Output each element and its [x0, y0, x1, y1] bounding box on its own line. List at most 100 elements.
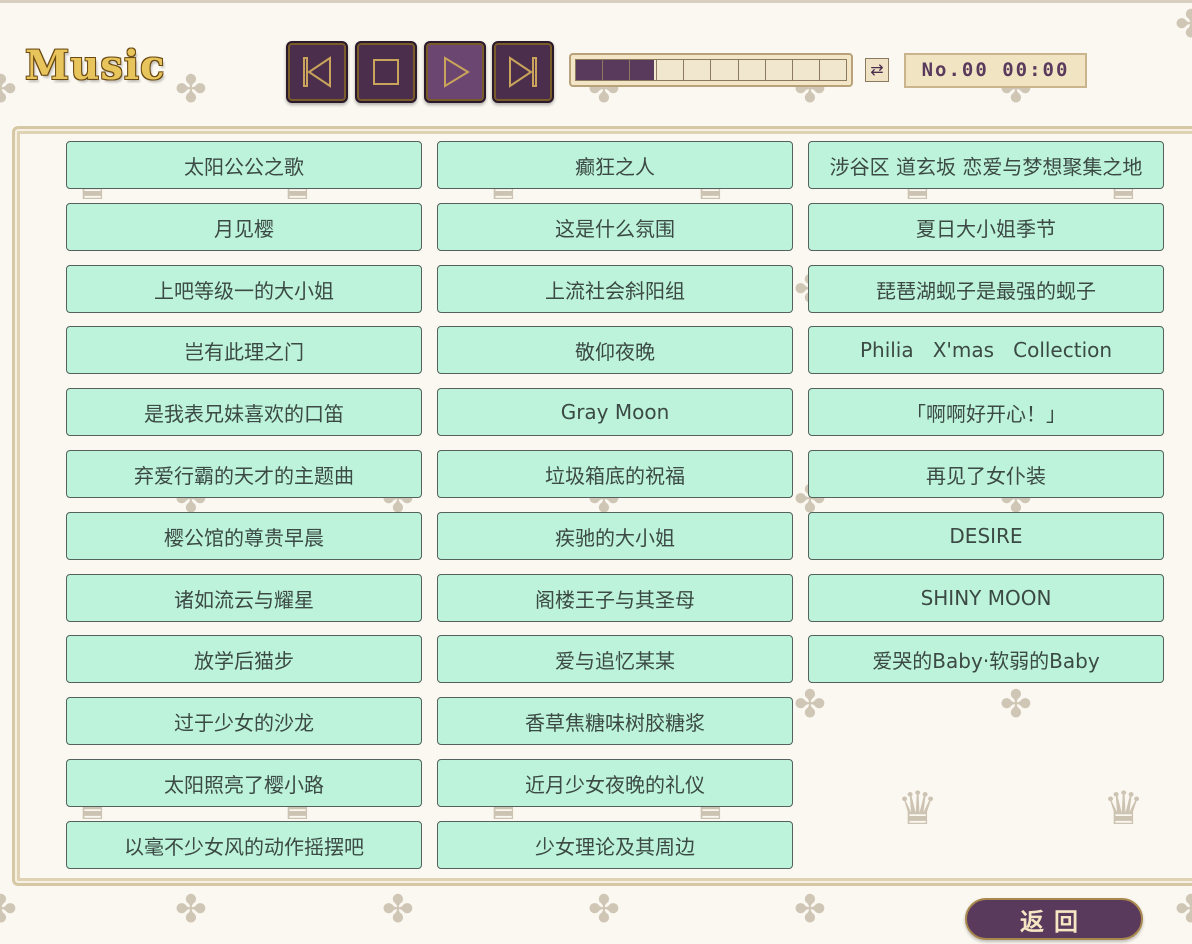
song-title: 夏日大小姐季节	[916, 216, 1056, 241]
progress-segment	[576, 60, 604, 80]
previous-button[interactable]	[286, 41, 348, 103]
song-title: 上吧等级一的大小姐	[154, 278, 334, 303]
clover-decoration: ✤	[0, 67, 17, 111]
song-button[interactable]: 近月少女夜晚的礼仪	[437, 759, 793, 807]
track-number-time: No.00 00:00	[904, 53, 1087, 88]
song-title: SHINY MOON	[920, 586, 1052, 610]
clover-decoration: ✤	[175, 887, 207, 931]
song-button[interactable]: 少女理论及其周边	[437, 821, 793, 869]
song-title: 再见了女仆装	[926, 463, 1046, 488]
song-title: 月见樱	[214, 216, 274, 241]
back-button[interactable]: 返回	[965, 898, 1143, 940]
clover-decoration: ✤	[0, 887, 17, 931]
song-button[interactable]: 涉谷区 道玄坂 恋爱与梦想聚集之地	[808, 141, 1164, 189]
song-title: 这是什么氛围	[555, 216, 675, 241]
song-title: DESIRE	[949, 524, 1023, 548]
progress-segments	[576, 60, 846, 80]
progress-track	[575, 59, 847, 81]
song-title: 涉谷区 道玄坂 恋爱与梦想聚集之地	[829, 154, 1143, 179]
song-button[interactable]: 垃圾箱底的祝福	[437, 450, 793, 498]
progress-segment	[603, 60, 631, 80]
song-button[interactable]: DESIRE	[808, 512, 1164, 560]
song-button[interactable]: 再见了女仆装	[808, 450, 1164, 498]
song-button[interactable]: 疾驰的大小姐	[437, 512, 793, 560]
song-title: 爱与追忆某某	[555, 648, 675, 673]
song-title: 上流社会斜阳组	[545, 278, 685, 303]
song-title: 琵琶湖蚬子是最强的蚬子	[876, 278, 1096, 303]
song-title: 太阳照亮了樱小路	[164, 772, 324, 797]
song-title: 「啊啊好开心！」	[906, 401, 1066, 426]
song-button[interactable]: 岂有此理之门	[66, 326, 422, 374]
song-title: 放学后猫步	[194, 648, 294, 673]
repeat-icon: ⇄	[870, 60, 884, 79]
top-edge-line	[0, 0, 1192, 3]
song-button[interactable]: 以毫不少女风的动作摇摆吧	[66, 821, 422, 869]
song-title: 癫狂之人	[575, 154, 655, 179]
song-title: Philia X'mas Collection	[859, 338, 1113, 362]
back-button-label: 返回	[1020, 906, 1088, 936]
song-title: 太阳公公之歌	[184, 154, 304, 179]
song-button[interactable]: 香草焦糖味树胶糖浆	[437, 697, 793, 745]
song-button[interactable]: 「啊啊好开心！」	[808, 388, 1164, 436]
song-title: 过于少女的沙龙	[174, 710, 314, 735]
clover-decoration: ✤	[1175, 2, 1192, 46]
song-button[interactable]: 樱公馆的尊贵早晨	[66, 512, 422, 560]
clover-decoration: ✤	[794, 887, 826, 931]
song-title: 爱哭的Baby·软弱的Baby	[872, 648, 1100, 673]
song-title: 敬仰夜晚	[575, 339, 655, 364]
song-title: 岂有此理之门	[184, 339, 304, 364]
song-title: 是我表兄妹喜欢的口笛	[144, 401, 344, 426]
song-title: 垃圾箱底的祝福	[545, 463, 685, 488]
song-button[interactable]: 这是什么氛围	[437, 203, 793, 251]
song-button[interactable]: 弃爱行霸的天才的主题曲	[66, 450, 422, 498]
progress-bar[interactable]	[569, 53, 853, 87]
stop-icon	[373, 59, 399, 85]
song-button[interactable]: 癫狂之人	[437, 141, 793, 189]
song-title: 阁楼王子与其圣母	[535, 587, 695, 612]
song-button[interactable]: 夏日大小姐季节	[808, 203, 1164, 251]
progress-segment	[684, 60, 712, 80]
song-title: 近月少女夜晚的礼仪	[525, 772, 705, 797]
song-title: 樱公馆的尊贵早晨	[164, 525, 324, 550]
progress-segment	[793, 60, 820, 80]
skip-next-icon	[509, 56, 537, 88]
song-button[interactable]: 阁楼王子与其圣母	[437, 574, 793, 622]
song-button[interactable]: 上流社会斜阳组	[437, 265, 793, 313]
song-title: Gray Moon	[560, 400, 670, 424]
song-button[interactable]: Philia X'mas Collection	[808, 326, 1164, 374]
progress-segment	[739, 60, 766, 80]
song-title: 以毫不少女风的动作摇摆吧	[124, 834, 364, 859]
clover-decoration: ✤	[175, 67, 207, 111]
clover-decoration: ✤	[1175, 887, 1192, 931]
song-button[interactable]: 是我表兄妹喜欢的口笛	[66, 388, 422, 436]
play-icon	[444, 56, 470, 88]
song-button[interactable]: 放学后猫步	[66, 635, 422, 683]
song-button[interactable]: 上吧等级一的大小姐	[66, 265, 422, 313]
song-button[interactable]: 爱与追忆某某	[437, 635, 793, 683]
song-button[interactable]: Gray Moon	[437, 388, 793, 436]
song-button[interactable]: 爱哭的Baby·软弱的Baby	[808, 635, 1164, 683]
next-button[interactable]	[492, 41, 554, 103]
song-button[interactable]: 诸如流云与耀星	[66, 574, 422, 622]
clover-decoration: ✤	[588, 887, 620, 931]
song-button[interactable]: 敬仰夜晚	[437, 326, 793, 374]
song-title: 香草焦糖味树胶糖浆	[525, 710, 705, 735]
play-button[interactable]	[424, 41, 486, 103]
page-title: Music	[25, 42, 166, 89]
progress-segment	[766, 60, 793, 80]
song-button[interactable]: 琵琶湖蚬子是最强的蚬子	[808, 265, 1164, 313]
song-title: 疾驰的大小姐	[555, 525, 675, 550]
song-button[interactable]: 过于少女的沙龙	[66, 697, 422, 745]
song-title: 诸如流云与耀星	[174, 587, 314, 612]
progress-segment	[711, 60, 739, 80]
clover-decoration: ✤	[382, 887, 414, 931]
progress-segment	[657, 60, 685, 80]
repeat-button[interactable]: ⇄	[865, 58, 889, 82]
song-button[interactable]: 太阳照亮了樱小路	[66, 759, 422, 807]
song-button[interactable]: 月见樱	[66, 203, 422, 251]
progress-segment	[630, 60, 658, 80]
stop-button[interactable]	[355, 41, 417, 103]
song-button[interactable]: SHINY MOON	[808, 574, 1164, 622]
progress-segment	[820, 60, 846, 80]
song-button[interactable]: 太阳公公之歌	[66, 141, 422, 189]
